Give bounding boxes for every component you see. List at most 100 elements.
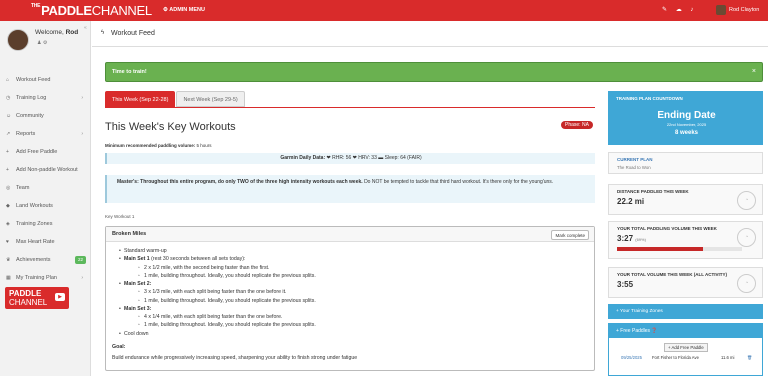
workout-card-header: Broken Miles Mark complete [106,227,594,242]
sidebar: Welcome, Rod ♟ ⚙ « ⌂ Workout Feed ◷ Traini… [0,21,91,376]
page-header: ϟ Workout Feed [92,21,768,47]
tab-next-week[interactable]: Next Week (Sep 29-5) [176,91,245,107]
tab-divider [105,107,595,108]
paddling-volume-stat: YOUR TOTAL PADDLING VOLUME THIS WEEK 3:2… [608,221,763,259]
admin-menu-button[interactable]: ⚙ ADMIN MENU [163,7,205,13]
distance-gauge-icon: ◔ [737,191,756,210]
sidebar-item-training-log[interactable]: ◷ Training Log › [0,89,91,107]
sidebar-item-team[interactable]: ◎ Team [0,179,91,197]
achievements-badge: 22 [74,256,86,264]
free-paddles-panel: + Free Paddles ❓ + Add Free Paddle 09/25… [608,323,763,376]
sidebar-item-reports[interactable]: ↗ Reports › [0,125,91,143]
list-item: 1 mile, building throughout. Ideally, yo… [112,321,587,330]
user-name[interactable]: Rod Clayton [729,7,759,13]
heart-icon: ♥ [6,239,9,245]
brand-paddle: PADDLE [41,3,92,18]
plus-icon: + [6,149,9,155]
zones-icon: ◈ [6,221,10,227]
weeks-remaining: 8 weeks [674,130,699,136]
add-free-paddle-button[interactable]: + Add Free Paddle [664,343,708,352]
brand-the: THE [31,3,41,9]
sidebar-item-add-free-paddle[interactable]: + Add Free Paddle [0,143,91,161]
current-plan-box: CURRENT PLAN The Road to Won [608,152,763,174]
mark-complete-button[interactable]: Mark complete [551,230,589,240]
dumbbell-icon: ◆ [6,203,10,209]
close-icon[interactable]: × [752,63,756,81]
total-volume-stat: YOUR TOTAL VOLUME THIS WEEK (ALL ACTIVIT… [608,267,763,298]
clock-icon: ◷ [6,95,11,101]
list-item: 1 mile, building throughout. Ideally, yo… [112,297,587,306]
paddle-date-link[interactable]: 09/25/2025 [621,352,642,364]
home-icon: ⌂ [6,77,10,83]
list-item: Main Set 2: [112,280,587,289]
total-gauge-icon: ◔ [737,274,756,293]
min-volume-text: Minimum recommended paddling volume: 5 h… [105,143,212,148]
garmin-daily-data: Garmin Daily Data: ❤ RHR: 56 ❤ HRV: 33 ▬… [105,153,595,164]
trash-icon[interactable]: 🗑 [747,352,752,364]
list-item: 1 mile, building throughout. Ideally, yo… [112,272,587,281]
key-workout-label: Key Workout 1 [105,214,135,219]
list-item: 4 x 1/4 mile, with each split being fast… [112,313,587,322]
workout-card: Broken Miles Mark complete Standard warm… [105,226,595,371]
youtube-icon: ▶ [55,293,65,301]
cloud-icon[interactable]: ☁ [676,7,682,13]
alert-text: Time to train! [112,69,147,75]
week-tabs: This Week (Sep 22-28) Next Week (Sep 29-5… [105,91,246,107]
volume-progress-fill [617,247,704,251]
phase-badge: Phase: NA [561,121,593,129]
workout-description: Standard warm-up Main Set 1 (rest 30 sec… [112,247,587,338]
sidebar-item-workout-feed[interactable]: ⌂ Workout Feed [0,71,91,89]
calendar-icon: ▦ [6,275,11,281]
goal-label: Goal: [112,344,126,350]
sidebar-nav: ⌂ Workout Feed ◷ Training Log › ☺ Community … [0,71,91,287]
settings-icon[interactable]: ⚙ [43,40,47,46]
section-heading: This Week's Key Workouts [105,121,236,133]
chart-icon: ↗ [6,131,11,137]
masters-note: Master's: Throughout this entire program… [105,175,595,203]
plus-icon: + [6,167,9,173]
tab-this-week[interactable]: This Week (Sep 22-28) [105,91,176,107]
current-plan-link[interactable]: The Road to Won [617,165,651,170]
tools-icon[interactable]: ✎ [662,7,667,13]
bell-icon[interactable]: ♪ [690,7,693,13]
list-item: Standard warm-up [112,247,587,256]
volume-progress-bar [617,247,742,251]
team-icon: ◎ [6,185,11,191]
training-plan-countdown: TRAINING PLAN COUNTDOWN Ending Date 22nd… [608,91,763,145]
bolt-icon: ϟ [101,30,105,36]
list-item: Main Set 1 (rest 30 seconds between all … [112,255,587,264]
sidebar-item-max-heart-rate[interactable]: ♥ Max Heart Rate [0,233,91,251]
sidebar-item-add-non-paddle[interactable]: + Add Non-paddle Workout [0,161,91,179]
sidebar-collapse-icon[interactable]: « [84,25,87,31]
trophy-icon: ♛ [6,257,11,263]
list-item: 2 x 1/2 mile, with the second being fast… [112,264,587,273]
distance-stat: DISTANCE PADDLED THIS WEEK 22.2 mi ◔ [608,184,763,215]
list-item: 3 x 1/3 mile, with each split being fast… [112,288,587,297]
goal-text: Build endurance while progressively incr… [112,355,358,361]
brand-logo[interactable]: THEPADDLECHANNEL [31,3,152,18]
sidebar-item-achievements[interactable]: ♛ Achievements 22 [0,251,91,269]
free-paddles-header[interactable]: + Free Paddles ❓ [609,324,762,338]
workout-title: Broken Miles [112,231,147,237]
paddle-channel-youtube-logo[interactable]: PADDLE CHANNEL ▶ [5,287,69,309]
users-icon: ☺ [6,113,12,119]
list-item: Main Set 3: [112,305,587,314]
sidebar-item-land-workouts[interactable]: ◆ Land Workouts [0,197,91,215]
ending-date-value: 22nd November, 2025 [666,122,707,127]
chevron-right-icon: › [81,131,83,137]
sidebar-item-my-training-plan[interactable]: ▦ My Training Plan › [0,269,91,287]
training-zones-panel[interactable]: + Your Training Zones [608,304,763,319]
welcome-text: Welcome, Rod [35,29,79,36]
user-icon[interactable]: ♟ [37,40,41,46]
list-item: Cool down [112,330,587,339]
brand-channel: CHANNEL [91,3,152,18]
table-row: 09/25/2025 Fort Fisher to Florida Ave 11… [613,352,759,364]
sidebar-item-community[interactable]: ☺ Community [0,107,91,125]
success-alert: Time to train! × [105,62,763,82]
sidebar-item-training-zones[interactable]: ◈ Training Zones [0,215,91,233]
profile-avatar[interactable] [7,29,29,51]
chevron-right-icon: › [81,275,83,281]
top-navbar: THEPADDLECHANNEL ⚙ ADMIN MENU ✎ ☁ ♪ Rod … [0,0,768,21]
ending-date-title: Ending Date [657,110,716,121]
user-avatar[interactable] [716,5,726,15]
